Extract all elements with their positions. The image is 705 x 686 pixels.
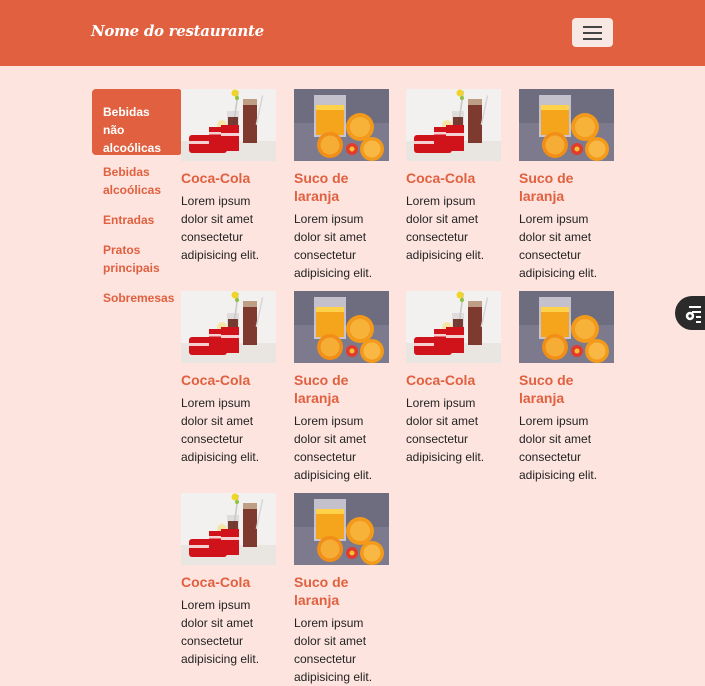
product-title: Suco de laranja xyxy=(519,372,574,406)
coca-cola-image xyxy=(181,493,276,565)
coca-cola-image xyxy=(406,89,501,161)
orange-juice-image xyxy=(294,493,389,565)
product-description: Lorem ipsum dolor sit amet consectetur a… xyxy=(519,212,598,280)
sidebar-item-pratos-principais[interactable]: Pratos principais xyxy=(92,241,182,277)
coca-cola-image xyxy=(181,89,276,161)
product-title: Coca-Cola xyxy=(181,170,251,186)
product-title: Suco de laranja xyxy=(294,372,349,406)
orange-juice-image xyxy=(294,89,389,161)
product-card[interactable]: Coca-Cola Lorem ipsum dolor sit amet cons… xyxy=(181,493,276,668)
floating-action-button[interactable] xyxy=(675,296,705,330)
menu-toggle-button[interactable] xyxy=(572,18,613,47)
product-title: Coca-Cola xyxy=(406,170,476,186)
product-description: Lorem ipsum dolor sit amet consectetur a… xyxy=(181,194,260,262)
product-card[interactable]: Coca-Cola Lorem ipsum dolor sit amet cons… xyxy=(406,291,501,466)
product-title: Suco de laranja xyxy=(294,574,349,608)
navbar: Nome do restaurante xyxy=(0,0,705,66)
list-settings-icon xyxy=(685,306,701,323)
product-title: Suco de laranja xyxy=(294,170,349,204)
product-description: Lorem ipsum dolor sit amet consectetur a… xyxy=(519,414,598,482)
product-card[interactable]: Coca-Cola Lorem ipsum dolor sit amet cons… xyxy=(406,89,501,264)
product-card[interactable]: Suco de laranja Lorem ipsum dolor sit ame… xyxy=(294,89,389,282)
product-card[interactable]: Suco de laranja Lorem ipsum dolor sit ame… xyxy=(519,89,614,282)
sidebar-item-bebidas-alcoolicas[interactable]: Bebidas alcoólicas xyxy=(92,163,182,199)
coca-cola-image xyxy=(406,291,501,363)
product-description: Lorem ipsum dolor sit amet consectetur a… xyxy=(181,598,260,666)
product-title: Coca-Cola xyxy=(406,372,476,388)
sidebar-item-sobremesas[interactable]: Sobremesas xyxy=(92,289,182,307)
product-description: Lorem ipsum dolor sit amet consectetur a… xyxy=(181,396,260,464)
product-description: Lorem ipsum dolor sit amet consectetur a… xyxy=(294,212,373,280)
brand-title[interactable]: Nome do restaurante xyxy=(91,22,264,40)
product-description: Lorem ipsum dolor sit amet consectetur a… xyxy=(406,396,485,464)
product-card[interactable]: Coca-Cola Lorem ipsum dolor sit amet cons… xyxy=(181,89,276,264)
sidebar-item-bebidas-nao-alcoolicas[interactable]: Bebidas não alcoólicas xyxy=(92,89,182,155)
product-title: Coca-Cola xyxy=(181,574,251,590)
product-description: Lorem ipsum dolor sit amet consectetur a… xyxy=(294,616,373,684)
product-card[interactable]: Suco de laranja Lorem ipsum dolor sit ame… xyxy=(519,291,614,484)
sidebar-item-entradas[interactable]: Entradas xyxy=(92,211,182,229)
product-description: Lorem ipsum dolor sit amet consectetur a… xyxy=(406,194,485,262)
coca-cola-image xyxy=(181,291,276,363)
product-card[interactable]: Suco de laranja Lorem ipsum dolor sit ame… xyxy=(294,291,389,484)
product-card[interactable]: Suco de laranja Lorem ipsum dolor sit ame… xyxy=(294,493,389,686)
product-title: Suco de laranja xyxy=(519,170,574,204)
hamburger-menu-icon xyxy=(583,26,602,28)
orange-juice-image xyxy=(519,291,614,363)
category-sidebar: Bebidas não alcoólicas Bebidas alcoólica… xyxy=(92,89,182,307)
product-description: Lorem ipsum dolor sit amet consectetur a… xyxy=(294,414,373,482)
product-title: Coca-Cola xyxy=(181,372,251,388)
product-card[interactable]: Coca-Cola Lorem ipsum dolor sit amet cons… xyxy=(181,291,276,466)
orange-juice-image xyxy=(294,291,389,363)
orange-juice-image xyxy=(519,89,614,161)
